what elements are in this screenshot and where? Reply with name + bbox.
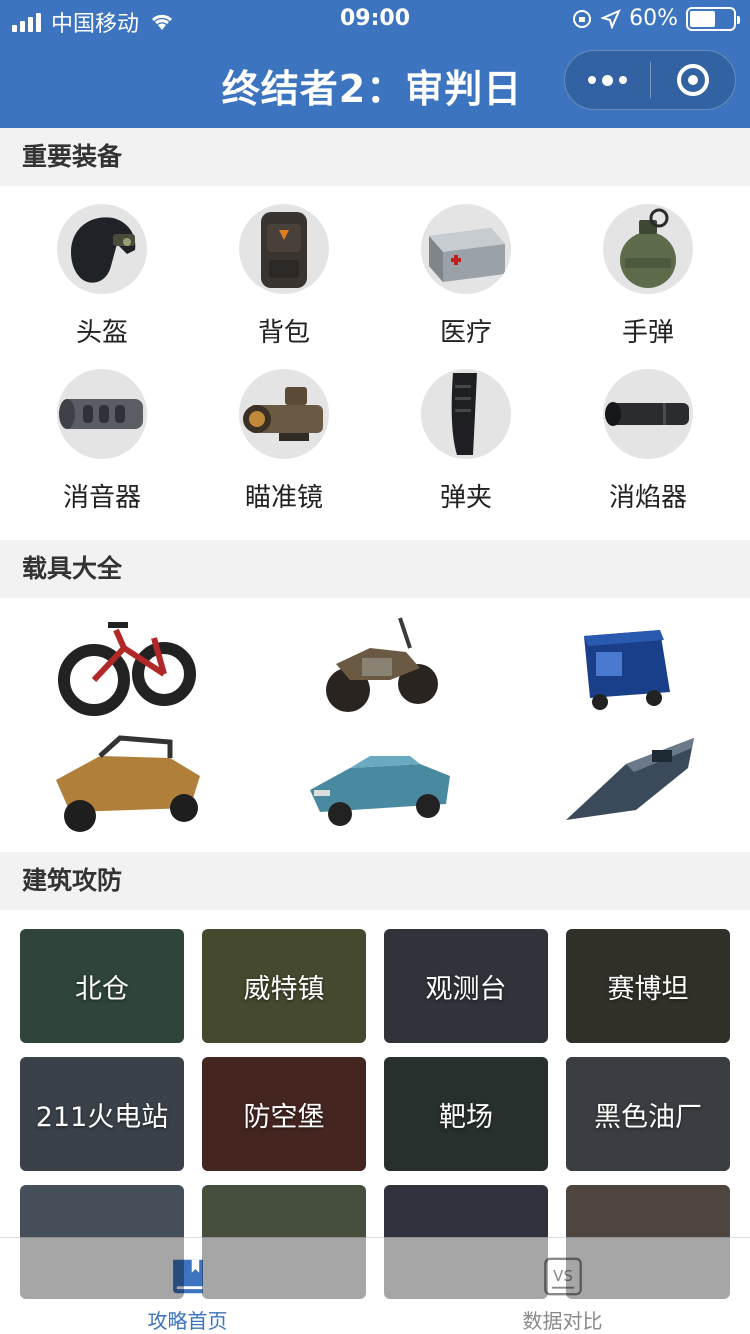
- suppressor-icon: [57, 369, 147, 459]
- more-button[interactable]: [565, 51, 650, 109]
- building-label: 靶场: [439, 1101, 493, 1133]
- equipment-item-magazine[interactable]: 弹夹: [375, 369, 557, 519]
- section-header-vehicles: 载具大全: [0, 540, 750, 598]
- close-mini-program-button[interactable]: [651, 51, 736, 109]
- bicycle-icon[interactable]: [34, 608, 214, 718]
- building-label: 威特镇: [243, 973, 325, 1005]
- equipment-label: 背包: [257, 318, 310, 348]
- building-card-cybertan[interactable]: 赛博坦: [566, 929, 730, 1043]
- building-card-observatory[interactable]: 观测台: [384, 929, 548, 1043]
- tab-label: 数据对比: [522, 1309, 603, 1333]
- equipment-item-backpack[interactable]: 背包: [193, 204, 375, 354]
- speedboat-icon[interactable]: [556, 724, 736, 834]
- equipment-label: 瞄准镜: [244, 483, 323, 513]
- building-card-beicang[interactable]: 北仓: [20, 929, 184, 1043]
- building-card-air-defense[interactable]: 防空堡: [202, 1057, 366, 1171]
- buggy-icon[interactable]: [40, 728, 220, 838]
- flash-hider-icon: [603, 369, 693, 459]
- equipment-item-helmet[interactable]: 头盔: [11, 204, 193, 354]
- building-card-power-station[interactable]: 211火电站: [20, 1057, 184, 1171]
- more-dots-icon: [587, 74, 627, 86]
- rotation-lock-icon: [573, 9, 592, 28]
- equipment-label: 弹夹: [439, 483, 492, 513]
- equipment-label: 手弹: [621, 318, 674, 348]
- scope-icon: [239, 369, 329, 459]
- convertible-car-icon[interactable]: [300, 734, 480, 844]
- building-card-partial[interactable]: [202, 1185, 366, 1299]
- tab-label: 攻略首页: [147, 1309, 228, 1333]
- building-card-weite[interactable]: 威特镇: [202, 929, 366, 1043]
- building-label: 211火电站: [35, 1101, 169, 1133]
- grenade-icon: [603, 204, 693, 294]
- equipment-item-scope[interactable]: 瞄准镜: [193, 369, 375, 519]
- tuk-tuk-icon[interactable]: [560, 612, 740, 722]
- mini-program-capsule: [564, 50, 736, 110]
- building-label: 赛博坦: [607, 973, 689, 1005]
- equipment-label: 头盔: [75, 318, 128, 348]
- helmet-icon: [57, 204, 147, 294]
- equipment-label: 消音器: [62, 483, 141, 513]
- equipment-label: 医疗: [439, 318, 492, 348]
- equipment-item-medical[interactable]: 医疗: [375, 204, 557, 354]
- target-icon: [676, 64, 709, 96]
- motorcycle-icon[interactable]: [300, 608, 480, 718]
- section-header-equipment: 重要装备: [0, 128, 750, 186]
- building-label: 北仓: [75, 973, 129, 1005]
- building-card-shooting-range[interactable]: 靶场: [384, 1057, 548, 1171]
- status-bar: 中国移动 09:00 60%: [0, 0, 750, 40]
- building-label: 防空堡: [243, 1101, 325, 1133]
- equipment-item-grenade[interactable]: 手弹: [557, 204, 739, 354]
- medkit-icon: [421, 204, 511, 294]
- building-card-partial[interactable]: [20, 1185, 184, 1299]
- magazine-icon: [421, 369, 511, 459]
- battery-percent: 60%: [629, 6, 678, 31]
- equipment-item-suppressor[interactable]: 消音器: [11, 369, 193, 519]
- backpack-icon: [239, 204, 329, 294]
- location-arrow-icon: [601, 8, 622, 29]
- section-header-buildings: 建筑攻防: [0, 852, 750, 910]
- building-label: 观测台: [425, 973, 507, 1005]
- building-card-partial[interactable]: [566, 1185, 730, 1299]
- battery-icon: [686, 6, 740, 31]
- building-label: 黑色油厂: [594, 1101, 702, 1133]
- app-header: 中国移动 09:00 60% 终结者2：审判日: [0, 0, 750, 128]
- building-card-oil-factory[interactable]: 黑色油厂: [566, 1057, 730, 1171]
- equipment-item-flash-hider[interactable]: 消焰器: [557, 369, 739, 519]
- equipment-label: 消焰器: [608, 483, 687, 513]
- building-card-partial[interactable]: [384, 1185, 548, 1299]
